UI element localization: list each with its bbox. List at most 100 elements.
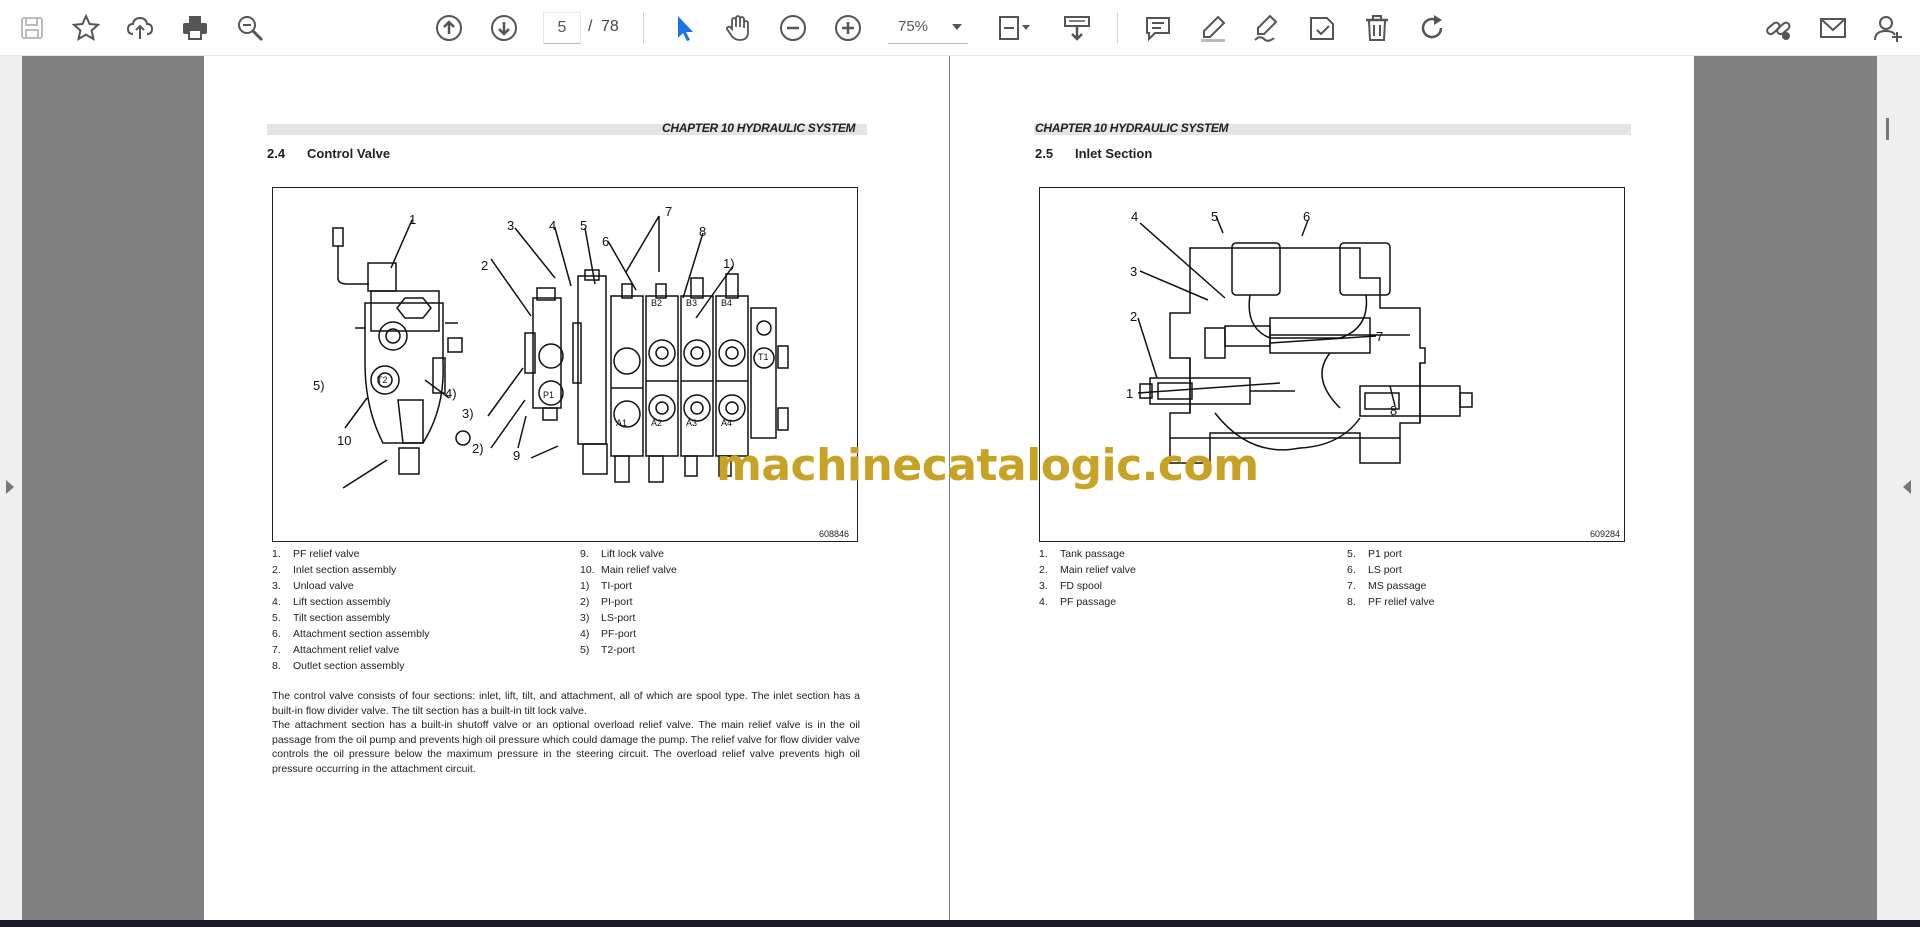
bottom-edge-bar xyxy=(0,920,1920,927)
upload-cloud-icon[interactable] xyxy=(120,8,160,48)
callout-3-port: 3) xyxy=(462,406,474,421)
sign-icon[interactable] xyxy=(1247,8,1287,48)
highlight-pen-icon[interactable] xyxy=(1193,8,1233,48)
delete-icon[interactable] xyxy=(1357,8,1397,48)
section-number: 2.4 xyxy=(267,146,286,161)
legend-item: 4. PF passage xyxy=(1039,596,1117,608)
legend-item: 2. Inlet section assembly xyxy=(272,564,397,576)
zoom-search-icon[interactable] xyxy=(230,8,270,48)
callout-7: 7 xyxy=(665,204,672,219)
viewer-toolbar: 5 / 78 75% xyxy=(0,0,1920,56)
callout-6: 6 xyxy=(602,234,609,249)
zoom-in-icon[interactable] xyxy=(828,8,868,48)
callout-3: 3 xyxy=(507,218,514,233)
port-label-t1: T1 xyxy=(758,352,769,362)
zoom-level-select[interactable]: 75% xyxy=(888,12,968,44)
scrollbar-thumb[interactable] xyxy=(1886,118,1889,140)
legend-item: 5. Tilt section assembly xyxy=(272,612,391,624)
callout-8: 8 xyxy=(699,224,706,239)
bookmark-star-icon[interactable] xyxy=(66,8,106,48)
page-fit-icon[interactable] xyxy=(990,8,1038,48)
legend-item: 6. Attachment section assembly xyxy=(272,628,430,640)
callout-5: 5 xyxy=(580,218,587,233)
legend-item: 2. Main relief valve xyxy=(1039,564,1136,576)
legend-item: 2) PI-port xyxy=(580,596,633,608)
page-separator: / xyxy=(588,18,593,35)
legend-item: 9. Lift lock valve xyxy=(580,548,665,560)
callout-2-port: 2) xyxy=(472,441,484,456)
callout-4: 4 xyxy=(549,218,556,233)
next-page-icon[interactable] xyxy=(484,8,524,48)
chevron-down-icon xyxy=(952,24,962,30)
legend-item: 4. Lift section assembly xyxy=(272,596,391,608)
port-label-b2: B2 xyxy=(651,298,662,308)
caret-right-icon xyxy=(6,480,14,494)
body-paragraph-2: The attachment section has a built-in sh… xyxy=(272,719,860,775)
scroll-mode-icon[interactable] xyxy=(1057,8,1097,48)
legend-item: 1. Tank passage xyxy=(1039,548,1125,560)
zoom-out-icon[interactable] xyxy=(773,8,813,48)
legend-item: 3. Unload valve xyxy=(272,580,354,592)
port-label-a1: A1 xyxy=(616,418,627,428)
section-number: 2.5 xyxy=(1035,146,1054,161)
callout-2: 2 xyxy=(481,258,488,273)
legend-item: 1) TI-port xyxy=(580,580,632,592)
port-label-a2: A2 xyxy=(651,418,662,428)
share-link-icon[interactable] xyxy=(1758,8,1798,48)
hand-pan-icon[interactable] xyxy=(718,8,758,48)
legend-item: 5) T2-port xyxy=(580,644,635,656)
legend-item: 7. Attachment relief valve xyxy=(272,644,400,656)
figure-code: 609284 xyxy=(1589,529,1620,539)
port-label-b4: B4 xyxy=(721,298,732,308)
page-total: 78 xyxy=(601,18,619,35)
legend-item: 5. P1 port xyxy=(1347,548,1402,560)
watermark-text: machinecatalogic.com xyxy=(716,440,1259,491)
page-number-input[interactable]: 5 xyxy=(543,12,581,44)
caret-left-icon xyxy=(1903,480,1911,494)
legend-column-1: 1. PF relief valve 2. Inlet section assemb… xyxy=(272,546,572,674)
right-panel-toggle[interactable] xyxy=(1877,56,1920,920)
left-panel-toggle[interactable] xyxy=(0,56,22,920)
legend-item: 10. Main relief valve xyxy=(580,564,677,576)
legend-item: 8. PF relief valve xyxy=(1347,596,1435,608)
comment-icon[interactable] xyxy=(1138,8,1178,48)
add-user-icon[interactable] xyxy=(1868,8,1908,48)
section-heading: 2.5 Inlet Section xyxy=(1035,146,1152,161)
callout-8: 8 xyxy=(1390,403,1397,418)
save-icon[interactable] xyxy=(12,8,52,48)
previous-page-icon[interactable] xyxy=(429,8,469,48)
chapter-title: CHAPTER 10 HYDRAULIC SYSTEM xyxy=(662,121,856,135)
callout-5: 5 xyxy=(1211,209,1218,224)
stamp-icon[interactable] xyxy=(1302,8,1342,48)
legend-column-2: 9. Lift lock valve 10. Main relief valve 1… xyxy=(580,546,850,658)
section-title: Inlet Section xyxy=(1075,146,1153,161)
legend-column-1: 1. Tank passage 2. Main relief valve 3. FD … xyxy=(1039,546,1339,610)
port-label-a3: A3 xyxy=(686,418,697,428)
print-icon[interactable] xyxy=(175,8,215,48)
callout-4: 4 xyxy=(1131,209,1138,224)
mail-icon[interactable] xyxy=(1813,8,1853,48)
callout-9: 9 xyxy=(513,448,520,463)
legend-column-2: 5. P1 port 6. LS port 7. MS passage 8. PF re… xyxy=(1347,546,1617,610)
chapter-title: CHAPTER 10 HYDRAULIC SYSTEM xyxy=(1035,121,1229,135)
legend-item: 3) LS-port xyxy=(580,612,636,624)
callout-10: 10 xyxy=(337,433,351,448)
callout-2: 2 xyxy=(1130,309,1137,324)
callout-1: 1 xyxy=(1126,386,1133,401)
port-label-b3: B3 xyxy=(686,298,697,308)
legend-item: 1. PF relief valve xyxy=(272,548,360,560)
callout-1-port: 1) xyxy=(723,256,735,271)
select-cursor-icon[interactable] xyxy=(664,8,704,48)
zoom-level-value: 75% xyxy=(898,18,929,35)
rotate-icon[interactable] xyxy=(1412,8,1452,48)
callout-5-port: 5) xyxy=(313,378,325,393)
legend-item: 7. MS passage xyxy=(1347,580,1427,592)
port-label-a4: A4 xyxy=(721,418,732,428)
callout-1: 1 xyxy=(409,212,416,227)
section-title: Control Valve xyxy=(307,146,391,161)
legend-item: 8. Outlet section assembly xyxy=(272,660,405,672)
port-label-p1: P1 xyxy=(543,390,554,400)
callout-4-port: 4) xyxy=(445,386,457,401)
legend-item: 6. LS port xyxy=(1347,564,1402,576)
callout-7: 7 xyxy=(1376,329,1383,344)
